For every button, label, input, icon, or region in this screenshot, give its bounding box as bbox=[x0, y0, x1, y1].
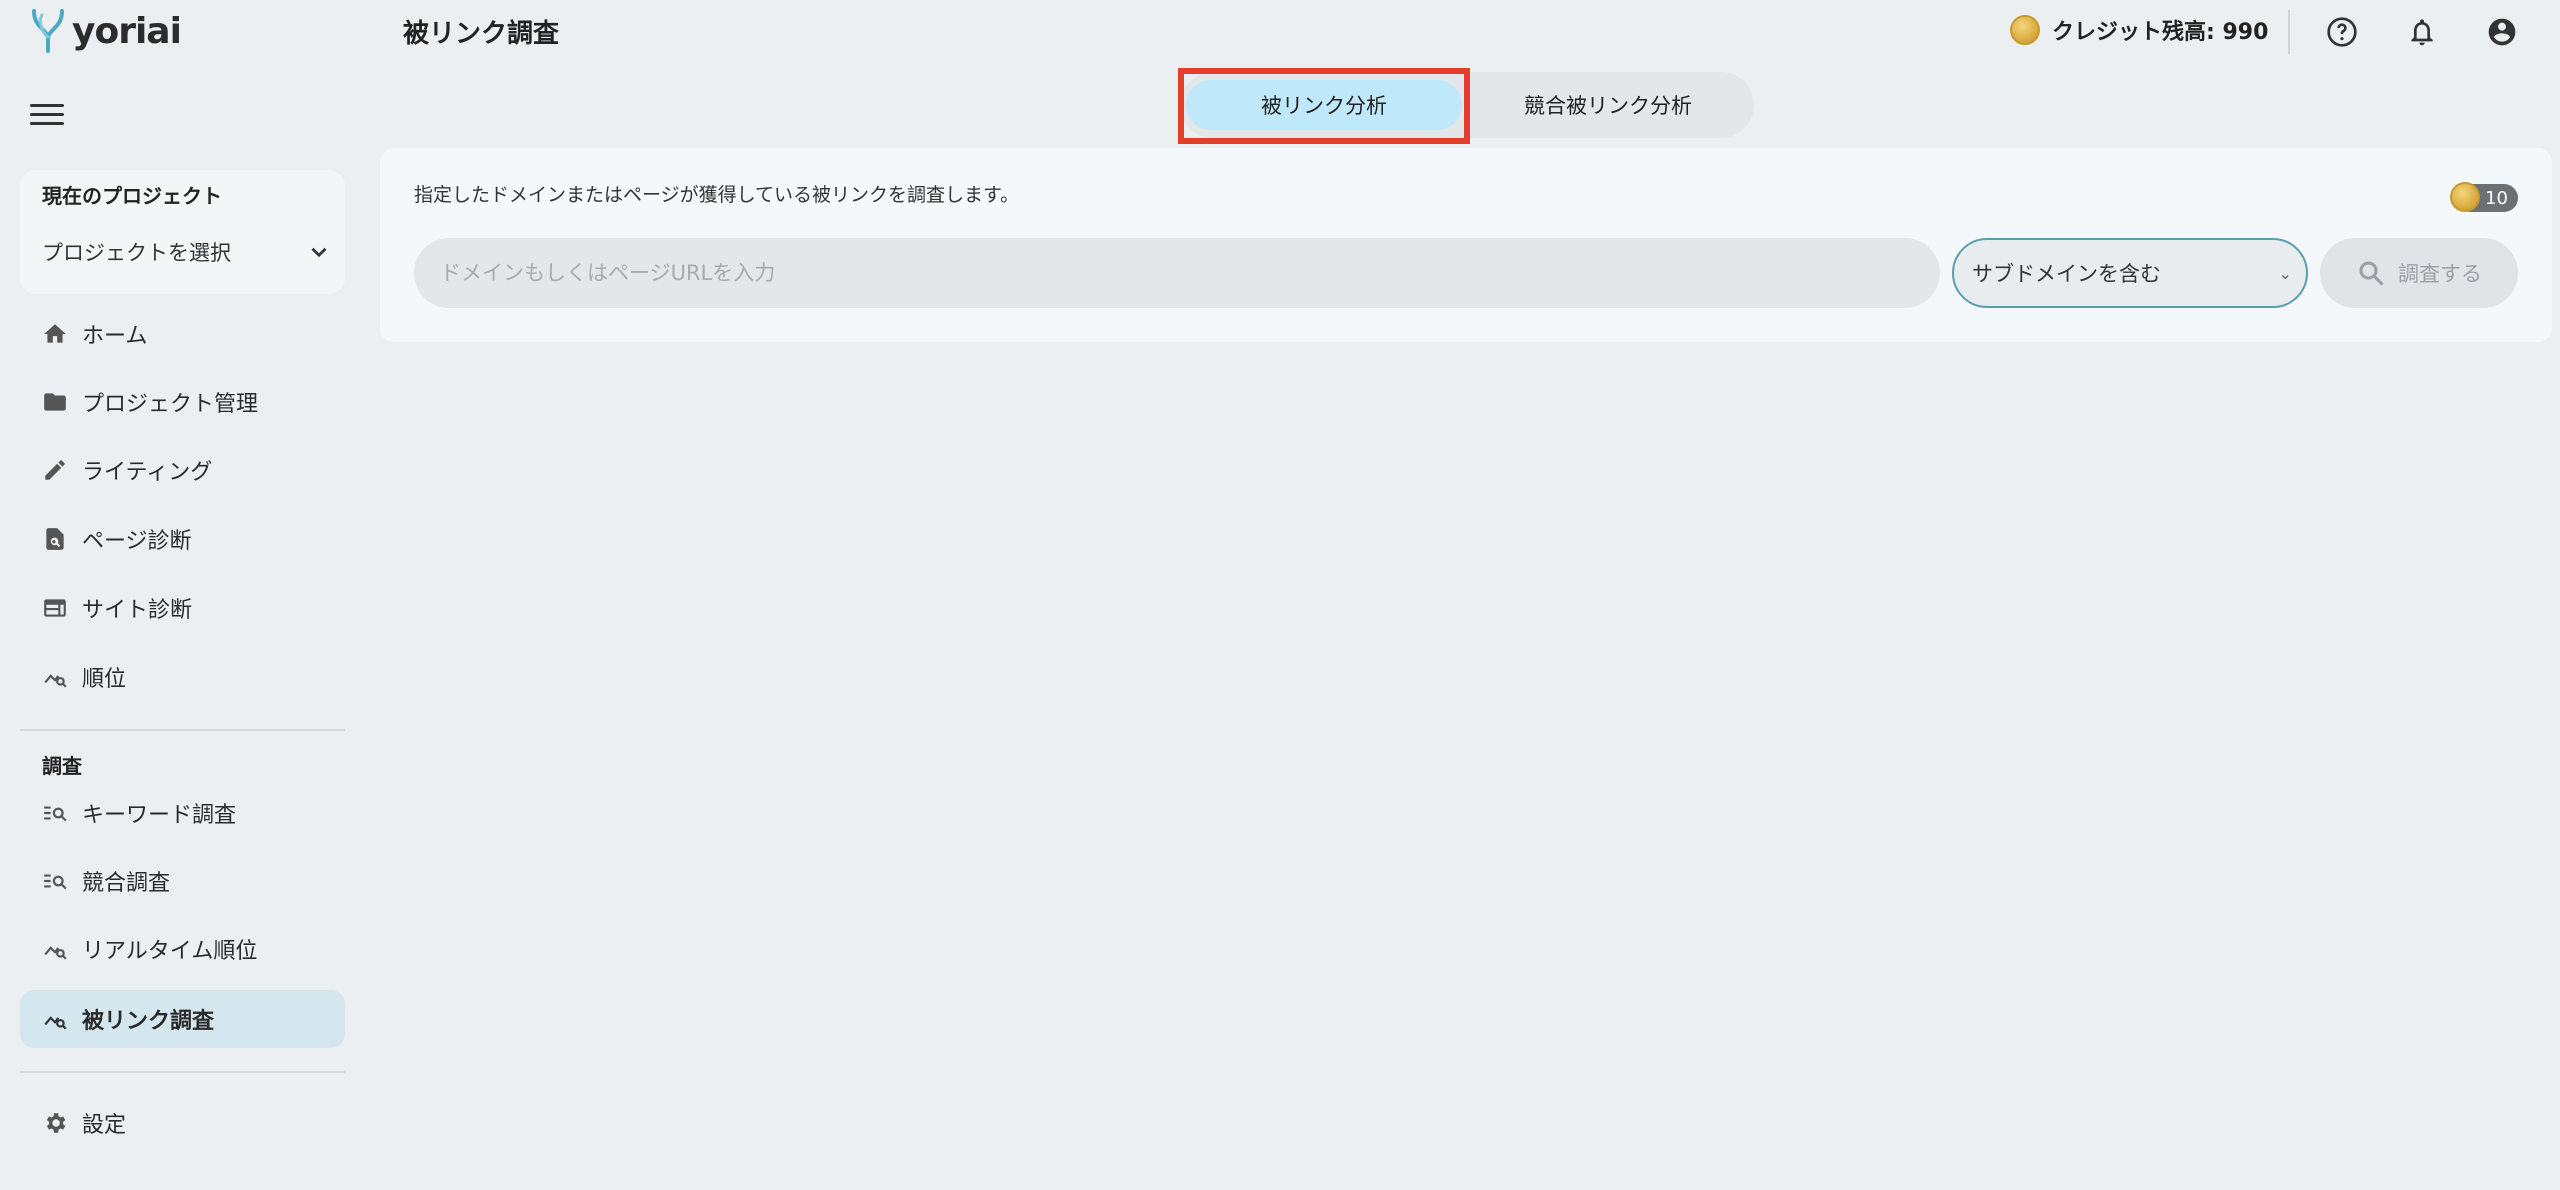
sidebar-item-label: キーワード調査 bbox=[82, 803, 237, 828]
section-label-research: 調査 bbox=[42, 754, 82, 778]
sidebar-divider bbox=[20, 1071, 345, 1073]
sidebar-item-realtime-ranking[interactable]: リアルタイム順位 bbox=[20, 920, 345, 978]
sidebar-item-ranking[interactable]: 順位 bbox=[20, 648, 345, 706]
chevron-down-icon: ⌄ bbox=[2278, 263, 2292, 283]
sidebar-item-label: 競合調査 bbox=[82, 871, 171, 896]
sidebar-item-label: リアルタイム順位 bbox=[82, 939, 258, 964]
sidebar-item-page-diagnosis[interactable]: ページ診断 bbox=[20, 510, 345, 568]
sidebar-item-label: サイト診断 bbox=[82, 598, 193, 623]
credit-balance: クレジット残高: 990 bbox=[2010, 14, 2268, 46]
coin-icon bbox=[2010, 15, 2040, 45]
sidebar: yoriai 現在のプロジェクト プロジェクトを選択 ホーム プロジェクト管理 … bbox=[0, 0, 360, 1190]
credit-balance-label: クレジット残高: 990 bbox=[2052, 20, 2269, 45]
subdomain-select[interactable]: サブドメインを含む ⌄ bbox=[1952, 238, 2308, 308]
project-select-label: プロジェクトを選択 bbox=[42, 241, 231, 265]
list-search-icon bbox=[44, 806, 67, 822]
sidebar-item-label: 設定 bbox=[82, 1113, 127, 1138]
sidebar-item-site-diagnosis[interactable]: サイト診断 bbox=[20, 579, 345, 637]
sidebar-item-competitor-research[interactable]: 競合調査 bbox=[20, 852, 345, 910]
sidebar-item-backlink-research[interactable]: 被リンク調査 bbox=[20, 990, 345, 1048]
sidebar-item-project-management[interactable]: プロジェクト管理 bbox=[20, 373, 345, 431]
pencil-icon bbox=[45, 460, 65, 480]
tab-bar: 被リンク分析 競合被リンク分析 bbox=[1180, 72, 1754, 138]
help-icon[interactable] bbox=[2326, 16, 2358, 48]
header-separator bbox=[2288, 10, 2290, 54]
yoriai-logo-icon bbox=[32, 9, 64, 53]
coin-icon bbox=[2450, 182, 2480, 212]
web-icon bbox=[44, 599, 66, 617]
sidebar-item-settings[interactable]: 設定 bbox=[20, 1094, 345, 1152]
sidebar-item-keyword-research[interactable]: キーワード調査 bbox=[20, 784, 345, 842]
ranking-icon bbox=[44, 946, 67, 960]
sidebar-item-writing[interactable]: ライティング bbox=[20, 441, 345, 499]
search-button[interactable]: 調査する bbox=[2320, 238, 2518, 308]
home-icon bbox=[44, 324, 66, 343]
gear-icon bbox=[46, 1113, 66, 1133]
project-box: 現在のプロジェクト プロジェクトを選択 bbox=[20, 170, 345, 294]
sidebar-item-label: 被リンク調査 bbox=[82, 1009, 215, 1034]
tab-competitor-backlink-analysis[interactable]: 競合被リンク分析 bbox=[1470, 80, 1746, 130]
project-title: 現在のプロジェクト bbox=[42, 184, 222, 208]
logo-text: yoriai bbox=[72, 10, 182, 52]
project-select[interactable]: プロジェクトを選択 bbox=[42, 232, 332, 272]
sidebar-item-home[interactable]: ホーム bbox=[20, 305, 345, 363]
ranking-icon bbox=[44, 674, 67, 688]
search-card: 指定したドメインまたはページが獲得している被リンクを調査します。 10 サブドメ… bbox=[380, 148, 2552, 342]
sidebar-item-label: ライティング bbox=[82, 460, 213, 485]
page-title: 被リンク調査 bbox=[403, 19, 560, 49]
sidebar-item-label: 順位 bbox=[82, 667, 127, 692]
search-icon bbox=[2359, 261, 2384, 286]
sidebar-item-label: ページ診断 bbox=[82, 529, 192, 554]
logo[interactable]: yoriai bbox=[28, 6, 182, 56]
tab-backlink-analysis[interactable]: 被リンク分析 bbox=[1186, 80, 1462, 130]
sidebar-divider bbox=[20, 729, 345, 731]
menu-toggle-icon[interactable] bbox=[30, 104, 64, 134]
url-input[interactable] bbox=[414, 238, 1940, 308]
cost-badge: 10 bbox=[2450, 182, 2518, 212]
search-button-label: 調査する bbox=[2398, 262, 2482, 286]
sidebar-item-label: ホーム bbox=[82, 324, 148, 349]
page-search-icon bbox=[46, 528, 64, 550]
ranking-icon bbox=[44, 1016, 67, 1030]
cost-value: 10 bbox=[2485, 187, 2508, 209]
account-icon[interactable] bbox=[2486, 16, 2518, 48]
bell-icon[interactable] bbox=[2406, 16, 2438, 48]
chevron-down-icon bbox=[311, 247, 327, 258]
sidebar-item-label: プロジェクト管理 bbox=[82, 392, 259, 417]
folder-icon bbox=[44, 393, 66, 411]
card-description: 指定したドメインまたはページが獲得している被リンクを調査します。 bbox=[414, 184, 1020, 206]
list-search-icon bbox=[44, 874, 67, 890]
subdomain-select-value: サブドメインを含む bbox=[1972, 262, 2161, 286]
